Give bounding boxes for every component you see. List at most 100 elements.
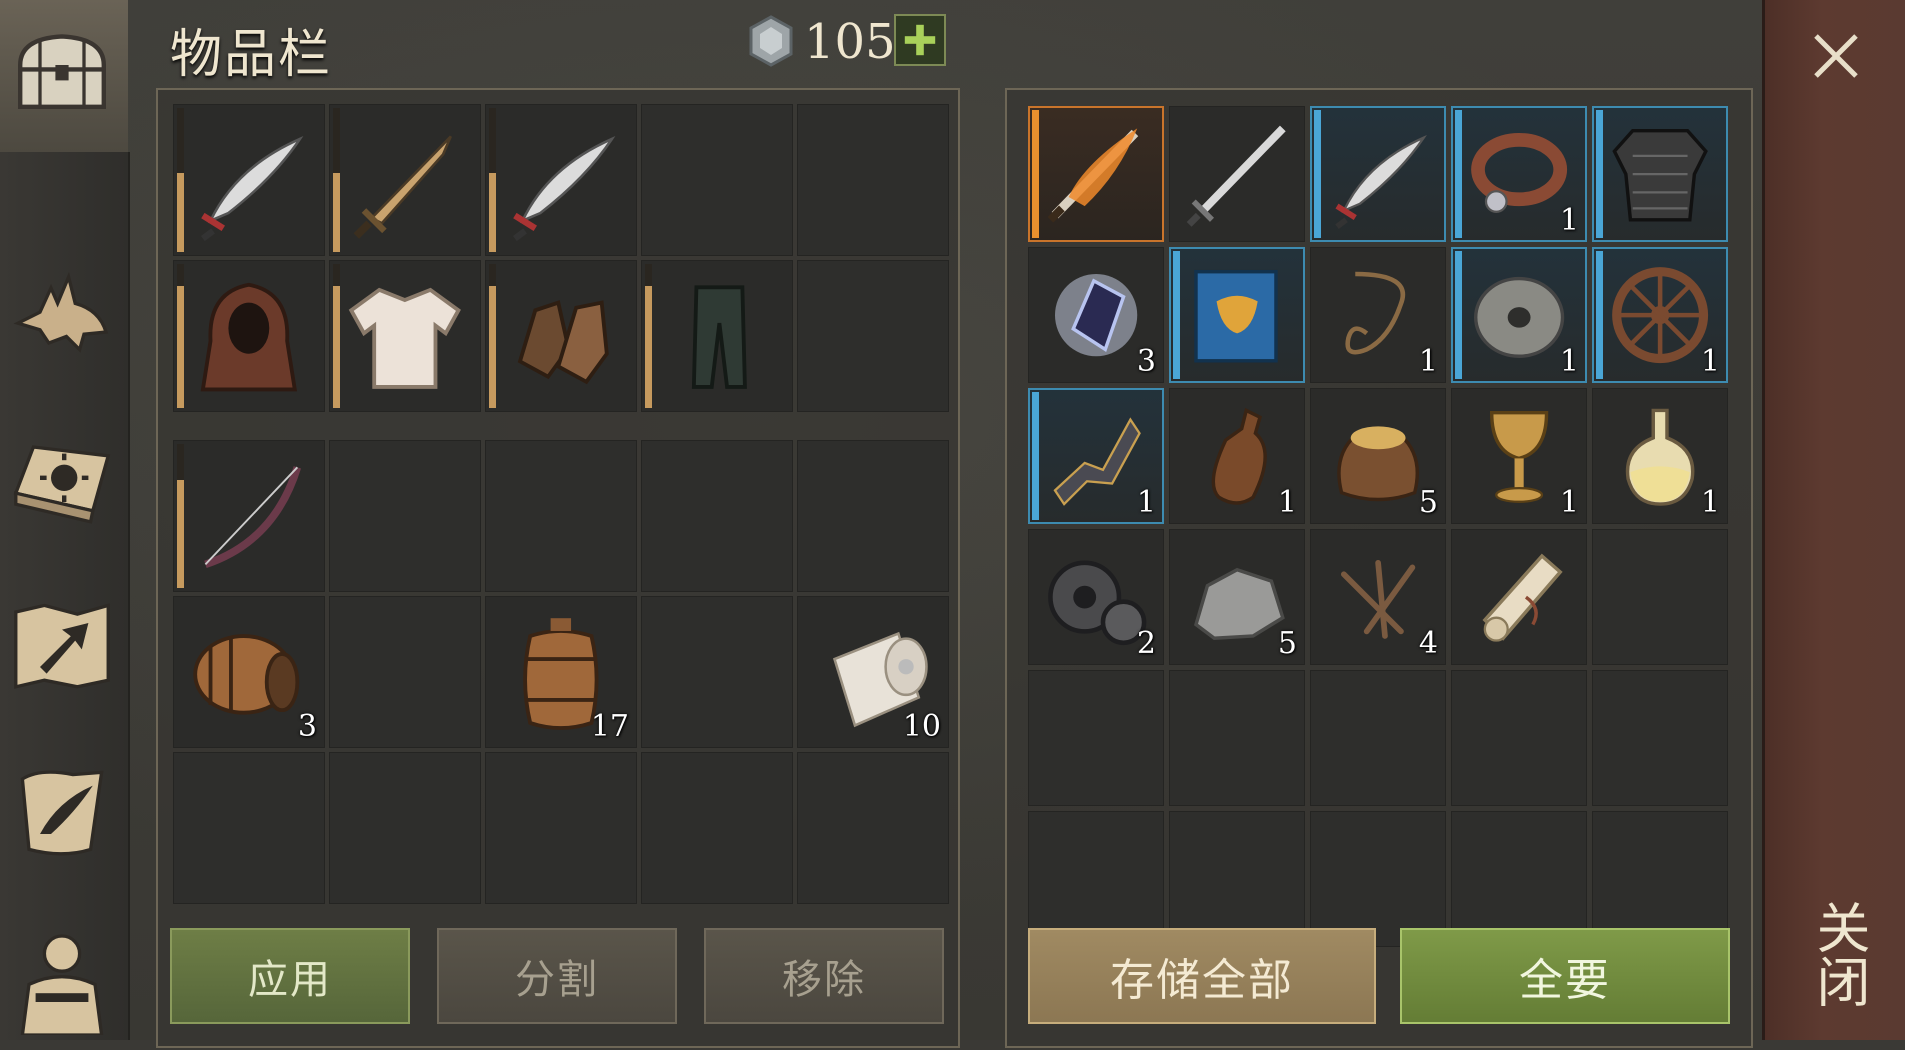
empty-slot[interactable] (797, 752, 949, 904)
durability-bar (489, 264, 496, 408)
item-count: 3 (297, 709, 317, 744)
empty-slot[interactable] (1592, 670, 1728, 806)
pants-icon (692, 285, 748, 389)
scimitar-icon (201, 136, 304, 242)
quill-scroll-icon (20, 770, 104, 856)
empty-slot[interactable] (1169, 670, 1305, 806)
item-slot[interactable] (329, 104, 481, 256)
item-slot[interactable]: 4 (1310, 529, 1446, 665)
empty-slot[interactable] (797, 440, 949, 592)
item-slot[interactable] (173, 440, 325, 592)
durability-bar (177, 444, 184, 588)
item-slot[interactable]: 1 (1592, 247, 1728, 383)
empty-slot[interactable] (641, 104, 793, 256)
sidebar-item-companion[interactable] (4, 240, 120, 380)
add-currency-button[interactable] (894, 14, 946, 66)
empty-slot[interactable] (1310, 811, 1446, 947)
empty-slot[interactable] (1028, 670, 1164, 806)
barrel-side-icon (193, 634, 300, 715)
item-slot[interactable] (485, 260, 637, 412)
item-slot[interactable] (173, 104, 325, 256)
item-slot[interactable] (1451, 529, 1587, 665)
take-all-button[interactable]: 全要 (1400, 928, 1730, 1024)
item-slot[interactable]: 1 (1451, 247, 1587, 383)
durability-bar (489, 108, 496, 252)
close-strip[interactable] (1762, 0, 1905, 1040)
split-button[interactable]: 分割 (437, 928, 677, 1024)
empty-slot[interactable] (797, 104, 949, 256)
item-slot[interactable]: 1 (1451, 106, 1587, 242)
item-slot[interactable]: 2 (1028, 529, 1164, 665)
empty-slot[interactable] (329, 596, 481, 748)
item-slot[interactable]: 3 (173, 596, 325, 748)
empty-slot[interactable] (329, 440, 481, 592)
shirt-icon (348, 287, 462, 389)
item-slot[interactable] (173, 260, 325, 412)
durability-bar (177, 108, 184, 252)
store-all-button[interactable]: 存储全部 (1028, 928, 1376, 1024)
item-slot[interactable]: 17 (485, 596, 637, 748)
item-slot[interactable]: 1 (1310, 247, 1446, 383)
item-slot[interactable]: 1 (1451, 388, 1587, 524)
item-slot[interactable] (329, 260, 481, 412)
chest-icon (18, 34, 107, 109)
item-slot[interactable] (1310, 106, 1446, 242)
close-label[interactable]: 关闭 (1807, 900, 1870, 1008)
durability-bar (333, 108, 340, 252)
empty-slot[interactable] (1169, 811, 1305, 947)
remove-button[interactable]: 移除 (704, 928, 944, 1024)
sidebar-item-character[interactable] (4, 910, 120, 1050)
item-slot[interactable] (641, 260, 793, 412)
item-slot[interactable]: 5 (1310, 388, 1446, 524)
flame-sword-icon (1047, 128, 1139, 223)
item-count: 1 (1700, 485, 1720, 520)
empty-slot[interactable] (641, 596, 793, 748)
item-count: 3 (1136, 344, 1156, 379)
hood-icon (200, 282, 298, 392)
empty-slot[interactable] (1310, 670, 1446, 806)
sun-book-icon (13, 445, 111, 524)
blue-book-icon (1194, 269, 1278, 363)
empty-slot[interactable] (1451, 670, 1587, 806)
item-count: 5 (1277, 626, 1297, 661)
character-icon (20, 934, 104, 1035)
empty-slot[interactable] (641, 440, 793, 592)
item-count: 1 (1559, 485, 1579, 520)
item-slot[interactable] (1028, 106, 1164, 242)
plus-icon (904, 24, 936, 56)
item-count: 4 (1418, 626, 1438, 661)
item-slot[interactable] (1169, 247, 1305, 383)
item-slot[interactable]: 5 (1169, 529, 1305, 665)
empty-slot[interactable] (1592, 529, 1728, 665)
sidebar-item-journal[interactable] (4, 410, 120, 550)
apply-button[interactable]: 应用 (170, 928, 410, 1024)
item-slot[interactable] (1169, 106, 1305, 242)
empty-slot[interactable] (1451, 811, 1587, 947)
empty-slot[interactable] (173, 752, 325, 904)
item-slot[interactable]: 1 (1028, 388, 1164, 524)
gloves-icon (517, 300, 609, 385)
empty-slot[interactable] (1028, 811, 1164, 947)
empty-slot[interactable] (1592, 811, 1728, 947)
empty-slot[interactable] (485, 440, 637, 592)
sidebar-item-quests[interactable] (4, 742, 120, 882)
durability-bar (645, 264, 652, 408)
item-slot[interactable] (1592, 106, 1728, 242)
item-slot[interactable]: 10 (797, 596, 949, 748)
empty-slot[interactable] (329, 752, 481, 904)
item-count: 17 (590, 709, 629, 744)
scroll-icon (1482, 553, 1563, 642)
empty-slot[interactable] (485, 752, 637, 904)
item-count: 5 (1418, 485, 1438, 520)
item-slot[interactable]: 1 (1592, 388, 1728, 524)
empty-slot[interactable] (797, 260, 949, 412)
item-slot[interactable] (485, 104, 637, 256)
item-count: 1 (1277, 485, 1297, 520)
item-slot[interactable]: 1 (1169, 388, 1305, 524)
sidebar-item-map[interactable] (4, 575, 120, 715)
close-icon[interactable] (1808, 28, 1864, 84)
sidebar-item-inventory[interactable] (4, 6, 120, 146)
empty-slot[interactable] (641, 752, 793, 904)
storage-grid: 1 3 1 1 1 1 1 5 1 1 2 5 4 (1028, 106, 1728, 947)
item-slot[interactable]: 3 (1028, 247, 1164, 383)
